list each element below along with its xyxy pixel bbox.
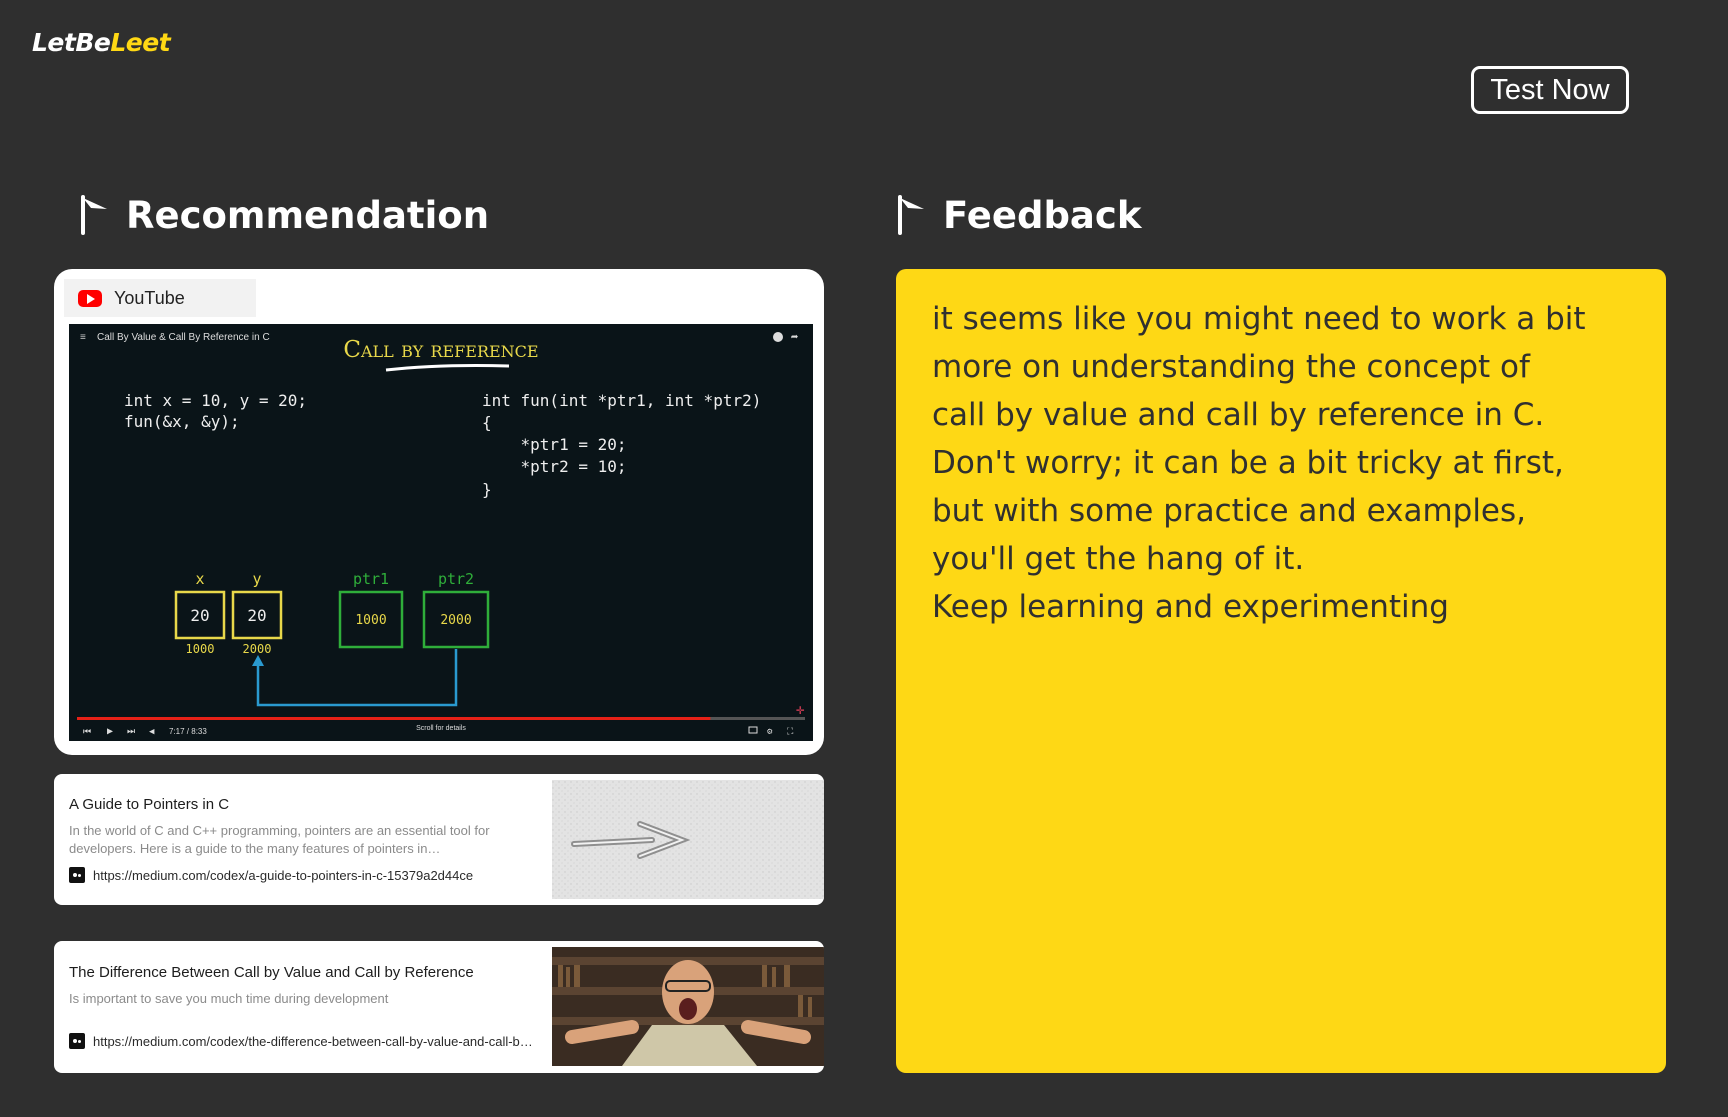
feedback-line: Keep learning and experimenting — [932, 589, 1449, 625]
code-right-line-1: int fun(int *ptr1, int *ptr2) — [482, 391, 761, 410]
play-icon[interactable]: ▶ — [107, 726, 113, 737]
box-y-address: 2000 — [243, 642, 272, 656]
feedback-line: it seems like you might need to work a b… — [932, 301, 1586, 337]
test-now-button[interactable]: Test Now — [1471, 66, 1629, 114]
pointer-arrow — [256, 649, 458, 707]
article-url[interactable]: https://medium.com/codex/a-guide-to-poin… — [69, 867, 473, 883]
code-left-line-1: int x = 10, y = 20; — [124, 391, 307, 410]
article-url-text[interactable]: https://medium.com/codex/a-guide-to-poin… — [93, 868, 473, 883]
article-thumbnail — [552, 947, 824, 1066]
youtube-tab-label: YouTube — [114, 287, 185, 308]
feedback-panel: it seems like you might need to work a b… — [896, 269, 1666, 1073]
box-y-label: y — [252, 570, 261, 588]
code-right-line-4: *ptr2 = 10; — [482, 457, 627, 476]
flag-icon — [81, 195, 107, 235]
volume-icon[interactable]: ◀ — [149, 727, 155, 737]
box-ptr1-value: 1000 — [355, 613, 386, 628]
recommendation-title: Recommendation — [126, 193, 490, 237]
share-icon[interactable]: ➦ — [791, 330, 798, 344]
crosshair-icon: ✛ — [796, 702, 804, 718]
code-left-line-2: fun(&x, &y); — [124, 412, 240, 431]
settings-icon[interactable]: ⚙ — [766, 727, 773, 737]
logo-part1: LetBe — [32, 28, 111, 57]
feedback-title: Feedback — [943, 193, 1142, 237]
video-title-bar: Call By Value & Call By Reference in C — [97, 332, 270, 343]
logo[interactable]: LetBeLeet — [32, 28, 171, 57]
article-url[interactable]: https://medium.com/codex/the-difference-… — [69, 1033, 533, 1049]
code-right-line-2: { — [482, 413, 492, 432]
feedback-line: you'll get the hang of it. — [932, 541, 1305, 577]
box-ptr1-label: ptr1 — [353, 570, 389, 588]
article-description: In the world of C and C++ programming, p… — [69, 823, 490, 856]
slide-title: Call by reference — [343, 337, 538, 363]
flag-icon — [898, 195, 924, 235]
youtube-icon — [78, 289, 102, 307]
playlist-icon: ≡ — [80, 332, 86, 343]
youtube-card[interactable]: YouTube ≡ Call By Value & Call By Refere… — [54, 269, 824, 755]
clock-icon[interactable] — [773, 332, 783, 342]
code-right-line-3: *ptr1 = 20; — [482, 435, 627, 454]
recommendation-heading: Recommendation — [80, 190, 489, 240]
medium-icon — [69, 1033, 85, 1049]
feedback-line: more on understanding the concept of — [932, 349, 1530, 385]
video-progress-fill — [77, 717, 711, 720]
article-card[interactable]: The Difference Between Call by Value and… — [54, 941, 824, 1073]
video-time: 7:17 / 8:33 — [169, 727, 207, 736]
captions-icon[interactable] — [748, 726, 758, 734]
box-x-label: x — [195, 570, 204, 588]
article-title[interactable]: A Guide to Pointers in C — [69, 796, 539, 813]
previous-icon[interactable]: ⏮ — [83, 727, 91, 737]
scroll-hint: Scroll for details — [416, 725, 466, 732]
box-x-address: 1000 — [186, 642, 215, 656]
feedback-line: Don't worry; it can be a bit tricky at f… — [932, 445, 1564, 481]
feedback-heading: Feedback — [897, 190, 1141, 240]
logo-part2: Leet — [110, 28, 171, 57]
pointer-arrowhead — [252, 655, 264, 666]
box-x-value: 20 — [190, 606, 209, 625]
next-icon[interactable]: ⏭ — [127, 727, 135, 737]
article-description: Is important to save you much time durin… — [69, 991, 389, 1006]
youtube-tab[interactable]: YouTube — [64, 279, 256, 317]
feedback-line: but with some practice and examples, — [932, 493, 1527, 529]
article-card[interactable]: A Guide to Pointers in C In the world of… — [54, 774, 824, 905]
fullscreen-icon[interactable]: ⛶ — [786, 726, 794, 737]
feedback-line: call by value and call by reference in C… — [932, 397, 1545, 433]
box-y-value: 20 — [247, 606, 266, 625]
medium-icon — [69, 867, 85, 883]
box-ptr2-label: ptr2 — [438, 570, 474, 588]
article-thumbnail — [552, 780, 824, 899]
video-player[interactable]: ≡ Call By Value & Call By Reference in C… — [69, 324, 813, 741]
box-ptr2-value: 2000 — [440, 613, 471, 628]
title-underline — [385, 364, 510, 372]
code-right-line-5: } — [482, 480, 492, 499]
article-title[interactable]: The Difference Between Call by Value and… — [69, 964, 539, 981]
article-url-text[interactable]: https://medium.com/codex/the-difference-… — [93, 1034, 533, 1049]
